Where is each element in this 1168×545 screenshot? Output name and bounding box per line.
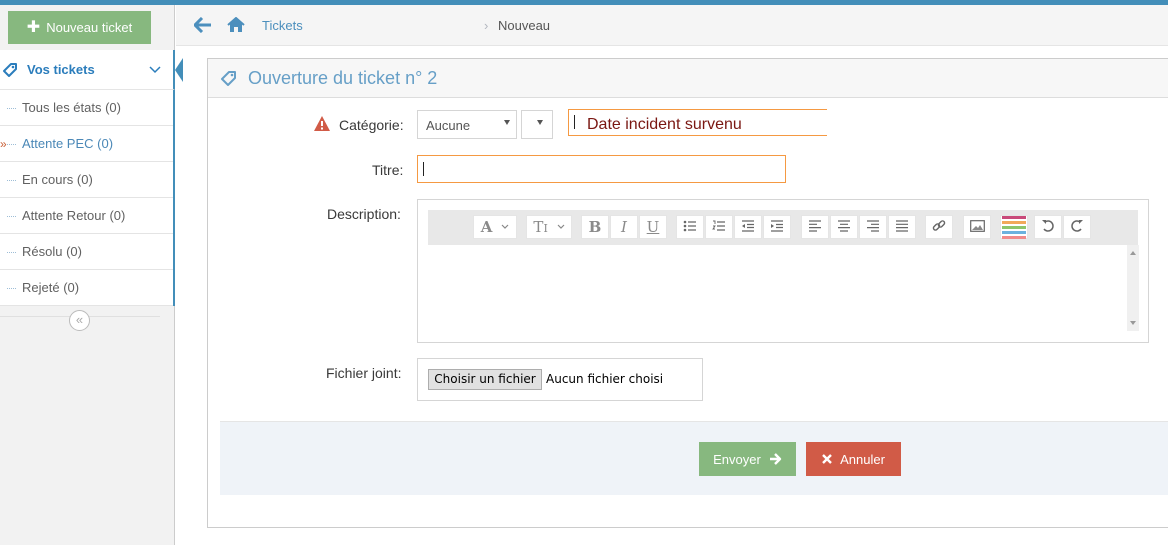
font-family-button[interactable]: A <box>473 215 517 239</box>
font-size-button[interactable]: TI <box>526 215 572 239</box>
image-icon <box>969 220 985 232</box>
sidebar-item-attente-retour[interactable]: Attente Retour (0) <box>0 198 173 234</box>
align-left-icon <box>809 220 821 232</box>
align-left-button[interactable] <box>801 215 829 239</box>
sidebar: ✚ Nouveau ticket Vos tickets Tous les ét… <box>0 5 183 545</box>
color-button[interactable] <box>1000 215 1028 239</box>
numbered-list-icon <box>712 220 725 231</box>
file-status-text: Aucun fichier choisi <box>546 372 664 386</box>
sidebar-item-resolu[interactable]: Résolu (0) <box>0 234 173 270</box>
description-editor: A TI B I U <box>417 199 1149 343</box>
font-size-icon: TI <box>533 218 548 236</box>
choose-file-button[interactable]: Choisir un fichier <box>428 369 542 390</box>
box-header: Ouverture du ticket n° 2 <box>208 59 1168 98</box>
align-center-icon <box>838 220 850 232</box>
cancel-label: Annuler <box>840 451 885 467</box>
sidebar-section-vos-tickets[interactable]: Vos tickets <box>0 50 183 90</box>
active-arrow <box>175 58 183 82</box>
undo-button[interactable] <box>1034 215 1062 239</box>
bold-icon: B <box>588 218 602 236</box>
tags-icon <box>3 63 17 77</box>
breadcrumb-item-tickets[interactable]: Tickets <box>262 18 303 33</box>
close-icon <box>822 454 832 464</box>
outdent-button[interactable] <box>734 215 762 239</box>
categorie-select[interactable]: Aucune <box>417 110 517 139</box>
text-cursor <box>574 115 575 129</box>
indent-button[interactable] <box>763 215 791 239</box>
bullet-list-button[interactable] <box>676 215 704 239</box>
bullet-list-icon <box>683 220 696 232</box>
dropdown-arrow-icon <box>504 120 510 125</box>
image-button[interactable] <box>963 215 991 239</box>
date-incident-label: Date incident survenu <box>587 116 742 133</box>
plus-icon: ✚ <box>26 18 41 36</box>
sidebar-item-attente-pec[interactable]: » Attente PEC (0) <box>0 126 173 162</box>
scroll-up-icon[interactable] <box>1130 251 1136 255</box>
align-center-button[interactable] <box>830 215 858 239</box>
warning-icon <box>314 116 330 131</box>
dropdown-arrow-icon <box>537 120 543 125</box>
font-icon: A <box>480 218 493 236</box>
breadcrumb-separator: › <box>484 18 489 33</box>
numbered-list-button[interactable] <box>705 215 733 239</box>
breadcrumb-item-nouveau: Nouveau <box>498 18 551 33</box>
editor-toolbar: A TI B I U <box>428 210 1138 245</box>
text-cursor <box>423 162 424 176</box>
cancel-button[interactable]: Annuler <box>806 442 901 476</box>
file-input: Choisir un fichier Aucun fichier choisi <box>417 358 703 401</box>
submit-label: Envoyer <box>713 451 761 467</box>
sidebar-item-en-cours[interactable]: En cours (0) <box>0 162 173 198</box>
tag-icon <box>221 71 236 86</box>
justify-button[interactable] <box>888 215 916 239</box>
arrow-right-icon <box>769 453 782 465</box>
categorie-selected-value: Aucune <box>426 118 471 133</box>
page-title: Ouverture du ticket n° 2 <box>248 68 438 88</box>
editor-scrollbar[interactable] <box>1127 245 1139 331</box>
new-ticket-button[interactable]: ✚ Nouveau ticket <box>8 11 151 44</box>
breadcrumb: Tickets › Nouveau <box>176 5 1168 46</box>
outdent-icon <box>742 220 754 232</box>
description-label: Description: <box>327 206 401 222</box>
underline-button[interactable]: U <box>639 215 667 239</box>
justify-icon <box>896 220 908 232</box>
description-textarea[interactable] <box>428 245 1139 331</box>
sidebar-collapse-button[interactable]: « <box>69 310 90 331</box>
chevron-down-icon <box>149 66 161 74</box>
titre-input[interactable] <box>417 155 786 183</box>
double-angle-right-icon: » <box>0 137 7 151</box>
color-icon <box>1002 216 1026 239</box>
undo-icon <box>1042 220 1054 232</box>
sidebar-item-rejete[interactable]: Rejeté (0) <box>0 270 173 306</box>
ticket-status-list: Tous les états (0) » Attente PEC (0) En c… <box>0 90 175 306</box>
submit-button[interactable]: Envoyer <box>699 442 796 476</box>
indent-icon <box>771 220 783 232</box>
titre-label: Titre: <box>372 162 404 178</box>
align-right-icon <box>867 220 879 232</box>
sidebar-section-label: Vos tickets <box>27 62 95 77</box>
home-icon[interactable] <box>227 17 245 33</box>
categorie-label: Catégorie: <box>339 117 404 133</box>
bold-button[interactable]: B <box>581 215 609 239</box>
scroll-down-icon[interactable] <box>1130 321 1136 325</box>
new-ticket-label: Nouveau ticket <box>46 20 133 35</box>
italic-icon: I <box>621 218 627 236</box>
link-icon <box>932 220 946 231</box>
underline-icon: U <box>646 218 660 236</box>
form-actions: Envoyer Annuler <box>220 421 1168 495</box>
link-button[interactable] <box>925 215 953 239</box>
redo-icon <box>1071 220 1083 232</box>
redo-button[interactable] <box>1063 215 1091 239</box>
subcategorie-select[interactable] <box>521 110 553 139</box>
align-right-button[interactable] <box>859 215 887 239</box>
sidebar-item-tous-les-etats[interactable]: Tous les états (0) <box>0 90 173 126</box>
date-incident-field[interactable]: Date incident survenu <box>568 109 827 136</box>
italic-button[interactable]: I <box>610 215 638 239</box>
fichier-joint-label: Fichier joint: <box>326 365 402 381</box>
arrow-left-icon[interactable] <box>194 17 212 33</box>
